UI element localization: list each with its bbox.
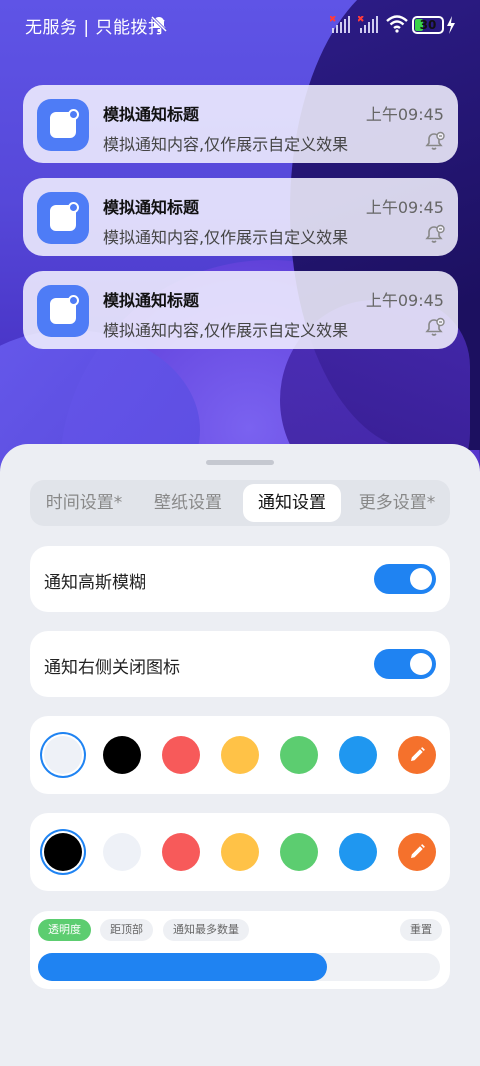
color-swatch[interactable] [339, 736, 377, 774]
no-signal-icon [330, 16, 350, 33]
tab-notification-settings[interactable]: 通知设置 [243, 484, 341, 522]
notification-title: 模拟通知标题 [103, 291, 200, 310]
notification-card[interactable]: 模拟通知标题 模拟通知内容,仅作展示自定义效果 上午09:45 [23, 178, 458, 256]
blur-toggle[interactable] [374, 564, 436, 594]
color-swatch[interactable] [221, 833, 259, 871]
color-palette [30, 716, 450, 794]
snooze-bell-icon[interactable] [424, 316, 446, 338]
color-swatch[interactable] [280, 736, 318, 774]
settings-tabs: 时间设置* 壁纸设置 通知设置 更多设置* [30, 480, 450, 526]
notification-content: 模拟通知内容,仅作展示自定义效果 [103, 228, 349, 247]
notification-title: 模拟通知标题 [103, 105, 200, 124]
close-icon-setting-row: 通知右侧关闭图标 [30, 631, 450, 697]
blur-label: 通知高斯模糊 [44, 573, 146, 593]
chip-max-count[interactable]: 通知最多数量 [163, 919, 249, 941]
toggle-knob [410, 653, 432, 675]
blur-setting-row: 通知高斯模糊 [30, 546, 450, 612]
close-icon-label: 通知右侧关闭图标 [44, 658, 180, 678]
chip-opacity[interactable]: 透明度 [38, 919, 91, 941]
notification-content: 模拟通知内容,仅作展示自定义效果 [103, 321, 349, 340]
color-swatch[interactable] [221, 736, 259, 774]
custom-color-button[interactable] [398, 736, 436, 774]
app-icon [37, 192, 89, 244]
slider-fill [38, 953, 328, 981]
snooze-bell-icon[interactable] [424, 223, 446, 245]
tab-wallpaper-settings[interactable]: 壁纸设置 [140, 484, 236, 522]
drag-handle[interactable] [206, 460, 274, 465]
app-icon [37, 99, 89, 151]
toggle-knob [410, 568, 432, 590]
color-swatch[interactable] [44, 833, 82, 871]
slider-card: 透明度 距顶部 通知最多数量 重置 [30, 911, 450, 989]
color-swatch[interactable] [44, 736, 82, 774]
custom-color-button[interactable] [398, 833, 436, 871]
notification-card[interactable]: 模拟通知标题 模拟通知内容,仅作展示自定义效果 上午09:45 [23, 85, 458, 163]
reset-button[interactable]: 重置 [400, 919, 442, 941]
tab-more-settings[interactable]: 更多设置* [348, 484, 446, 522]
color-swatch[interactable] [280, 833, 318, 871]
color-swatch[interactable] [162, 833, 200, 871]
notification-content: 模拟通知内容,仅作展示自定义效果 [103, 135, 349, 154]
color-swatch[interactable] [339, 833, 377, 871]
snooze-bell-icon[interactable] [424, 130, 446, 152]
notification-card[interactable]: 模拟通知标题 模拟通知内容,仅作展示自定义效果 上午09:45 [23, 271, 458, 349]
color-swatch[interactable] [162, 736, 200, 774]
pencil-icon [411, 844, 425, 858]
notification-time: 上午09:45 [365, 291, 444, 310]
notification-time: 上午09:45 [365, 105, 444, 124]
battery-icon: 30 [412, 16, 444, 34]
color-palette [30, 813, 450, 891]
notification-title: 模拟通知标题 [103, 198, 200, 217]
color-swatch[interactable] [103, 833, 141, 871]
carrier-text: 无服务 | 只能拨打 [25, 18, 166, 38]
battery-level: 30 [419, 18, 437, 32]
tab-time-settings[interactable]: 时间设置* [36, 484, 132, 522]
no-signal-icon [358, 16, 378, 33]
app-icon [37, 285, 89, 337]
close-icon-toggle[interactable] [374, 649, 436, 679]
settings-sheet: 时间设置* 壁纸设置 通知设置 更多设置* 通知高斯模糊 通知右侧关闭图标 透明… [0, 444, 480, 1066]
bell-off-icon [150, 15, 168, 33]
charging-icon [447, 16, 455, 34]
opacity-slider[interactable] [38, 953, 440, 981]
wifi-icon [386, 15, 408, 33]
status-bar: 无服务 | 只能拨打 30 [0, 0, 480, 50]
color-swatch[interactable] [103, 736, 141, 774]
notification-time: 上午09:45 [365, 198, 444, 217]
chip-top-distance[interactable]: 距顶部 [100, 919, 153, 941]
pencil-icon [411, 747, 425, 761]
